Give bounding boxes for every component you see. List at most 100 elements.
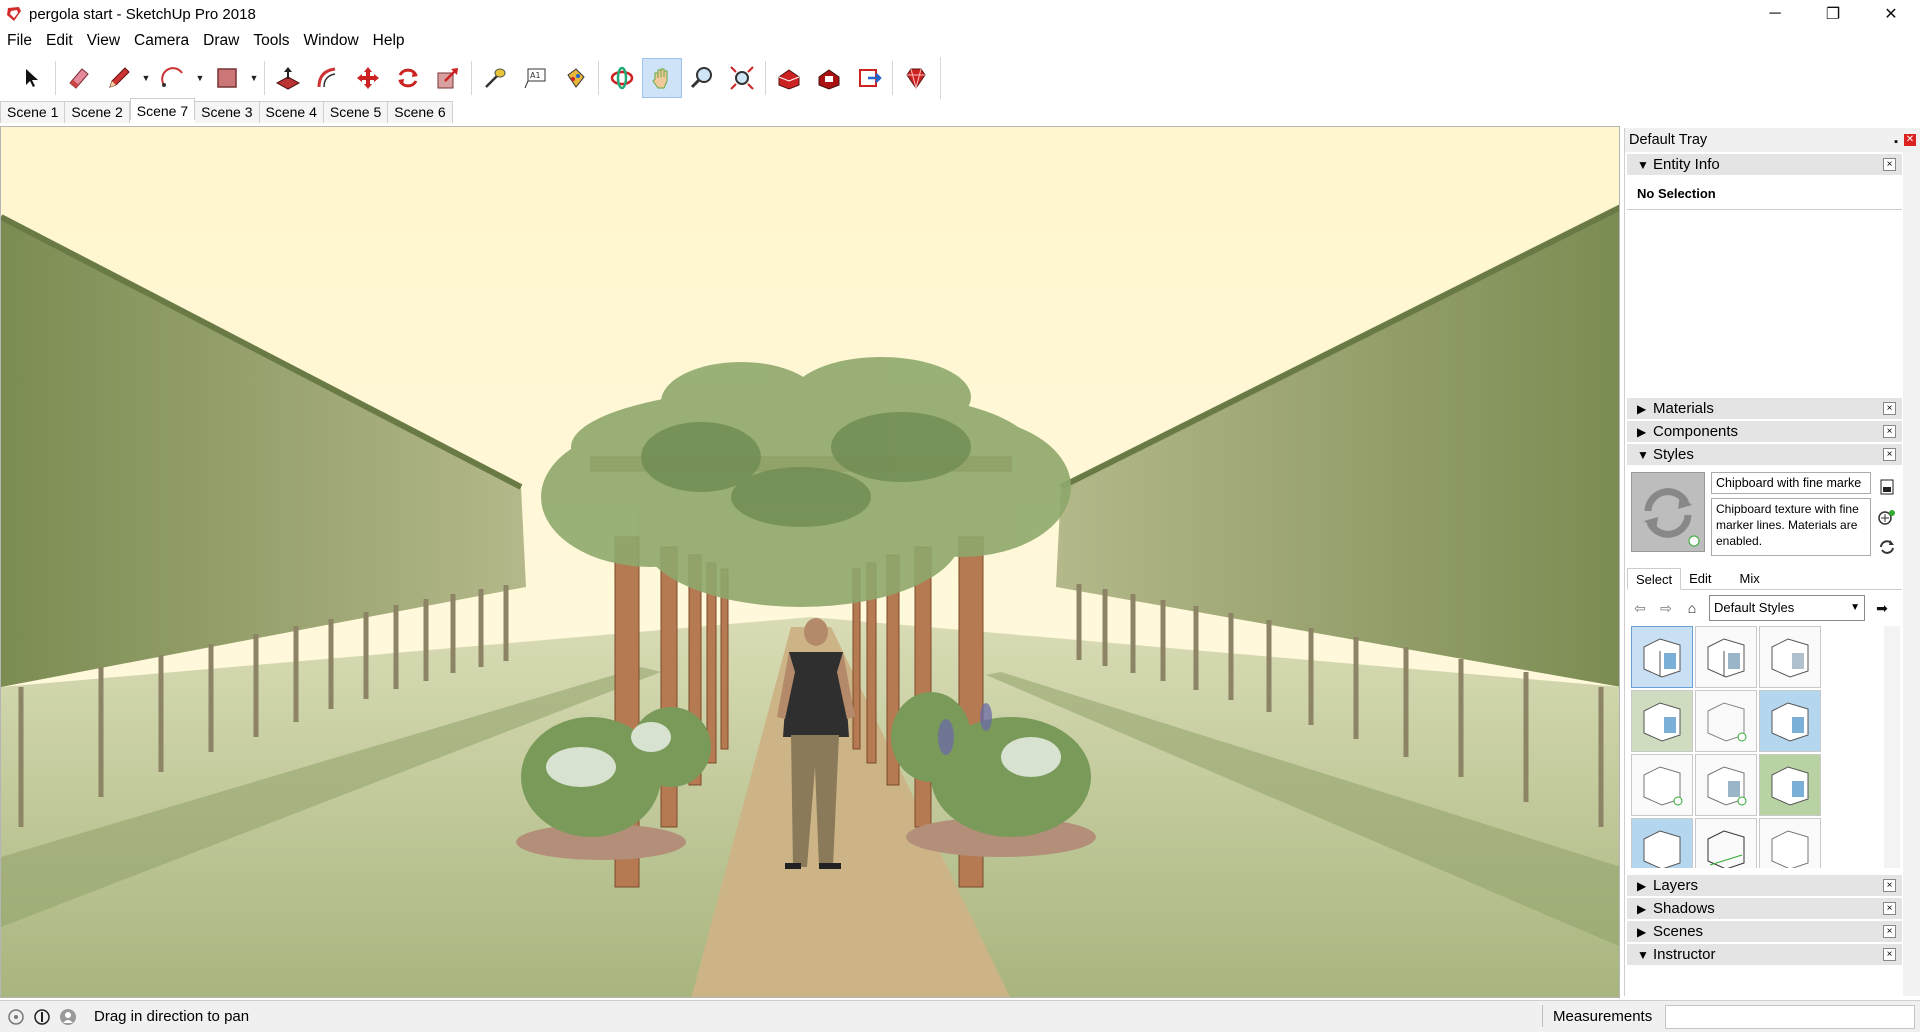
geo-location-icon[interactable]: [6, 1007, 26, 1027]
style-side-actions: [1877, 472, 1897, 562]
display-secondary-pane-icon[interactable]: [1877, 472, 1897, 502]
back-arrow-icon[interactable]: ⇦: [1631, 600, 1649, 617]
update-style-icon[interactable]: [1877, 532, 1897, 562]
scene-tab-2[interactable]: Scene 2: [65, 101, 130, 123]
style-swatch[interactable]: [1631, 626, 1693, 688]
style-grid-scrollbar[interactable]: [1884, 626, 1900, 868]
close-panel-icon[interactable]: ×: [1883, 948, 1896, 961]
arc-tool-button[interactable]: [153, 58, 193, 98]
rectangle-tool-button[interactable]: [207, 58, 247, 98]
rectangle-dropdown[interactable]: ▼: [247, 58, 261, 98]
style-swatch[interactable]: [1631, 818, 1693, 868]
style-thumbnail[interactable]: [1631, 472, 1705, 552]
close-panel-icon[interactable]: ×: [1883, 448, 1896, 461]
expand-triangle-icon: ▶: [1637, 425, 1647, 439]
menu-window[interactable]: Window: [297, 30, 366, 52]
menu-help[interactable]: Help: [366, 30, 412, 52]
ruby-console-button[interactable]: [896, 58, 936, 98]
close-window-button[interactable]: ✕: [1862, 0, 1920, 28]
styles-tab-select[interactable]: Select: [1627, 568, 1682, 590]
menu-view[interactable]: View: [80, 30, 127, 52]
credits-icon[interactable]: [32, 1007, 52, 1027]
scene-tab-3[interactable]: Scene 3: [195, 101, 260, 123]
menu-tools[interactable]: Tools: [246, 30, 296, 52]
style-swatch[interactable]: [1759, 754, 1821, 816]
panel-entity-info[interactable]: ▼ Entity Info ×: [1627, 153, 1902, 175]
collapse-triangle-icon: ▼: [1637, 448, 1649, 462]
close-panel-icon[interactable]: ×: [1883, 402, 1896, 415]
panel-components[interactable]: ▶ Components ×: [1627, 420, 1902, 442]
text-tool-button[interactable]: A1: [515, 58, 555, 98]
pin-icon[interactable]: ▪: [1894, 130, 1898, 154]
restore-button[interactable]: ❐: [1804, 0, 1862, 28]
panel-instructor[interactable]: ▼ Instructor ×: [1627, 943, 1902, 965]
entity-info-body: [1625, 210, 1920, 396]
close-panel-icon[interactable]: ×: [1883, 425, 1896, 438]
panel-scenes[interactable]: ▶ Scenes ×: [1627, 920, 1902, 942]
3d-warehouse-button[interactable]: [769, 58, 809, 98]
paint-bucket-tool-button[interactable]: [555, 58, 595, 98]
styles-tab-mix[interactable]: Mix: [1732, 568, 1768, 589]
send-to-layout-button[interactable]: [849, 58, 889, 98]
close-panel-icon[interactable]: ×: [1883, 902, 1896, 915]
style-swatch[interactable]: [1695, 818, 1757, 868]
style-swatch[interactable]: [1695, 626, 1757, 688]
selection-info: No Selection: [1627, 176, 1902, 210]
style-swatch[interactable]: [1631, 690, 1693, 752]
scene-tab-7[interactable]: Scene 7: [129, 98, 196, 120]
menu-camera[interactable]: Camera: [127, 30, 196, 52]
minimize-button[interactable]: ─: [1746, 0, 1804, 28]
model-viewport[interactable]: [0, 126, 1620, 998]
user-account-icon[interactable]: [58, 1007, 78, 1027]
arc-dropdown[interactable]: ▼: [193, 58, 207, 98]
eraser-tool-button[interactable]: [59, 58, 99, 98]
style-swatch[interactable]: [1759, 690, 1821, 752]
details-arrow-icon[interactable]: ➡: [1873, 600, 1891, 617]
home-icon[interactable]: ⌂: [1683, 600, 1701, 616]
style-swatch[interactable]: [1631, 754, 1693, 816]
close-panel-icon[interactable]: ×: [1883, 925, 1896, 938]
menu-draw[interactable]: Draw: [196, 30, 246, 52]
select-tool-button[interactable]: [12, 58, 52, 98]
close-tray-button[interactable]: ✕: [1904, 134, 1916, 146]
measurements-input[interactable]: [1665, 1005, 1915, 1029]
panel-materials[interactable]: ▶ Materials ×: [1627, 397, 1902, 419]
tape-measure-tool-button[interactable]: [475, 58, 515, 98]
scene-tab-6[interactable]: Scene 6: [388, 101, 453, 123]
scale-tool-button[interactable]: [428, 58, 468, 98]
style-library-dropdown[interactable]: Default Styles ▼: [1709, 595, 1865, 621]
pencil-tool-button[interactable]: [99, 58, 139, 98]
pencil-dropdown[interactable]: ▼: [139, 58, 153, 98]
forward-arrow-icon[interactable]: ⇨: [1657, 600, 1675, 617]
styles-tab-edit[interactable]: Edit: [1681, 568, 1719, 589]
panel-styles[interactable]: ▼ Styles ×: [1627, 443, 1902, 465]
zoom-extents-tool-button[interactable]: [722, 58, 762, 98]
close-panel-icon[interactable]: ×: [1883, 158, 1896, 171]
style-description-field[interactable]: Chipboard texture with fine marker lines…: [1711, 498, 1871, 556]
scene-tab-4[interactable]: Scene 4: [259, 101, 324, 123]
style-swatch[interactable]: [1759, 626, 1821, 688]
pan-tool-button[interactable]: [642, 58, 682, 98]
menu-edit[interactable]: Edit: [39, 30, 80, 52]
orbit-tool-button[interactable]: [602, 58, 642, 98]
push-pull-tool-button[interactable]: [268, 58, 308, 98]
panel-layers[interactable]: ▶ Layers ×: [1627, 874, 1902, 896]
style-swatch[interactable]: [1695, 690, 1757, 752]
scene-tab-1[interactable]: Scene 1: [0, 101, 66, 123]
rotate-tool-button[interactable]: [388, 58, 428, 98]
extension-warehouse-button[interactable]: [809, 58, 849, 98]
tray-scrollbar[interactable]: [1903, 152, 1920, 996]
style-swatch[interactable]: [1695, 754, 1757, 816]
offset-icon: [317, 67, 336, 88]
style-name-field[interactable]: Chipboard with fine marke: [1711, 472, 1871, 494]
style-swatch[interactable]: [1759, 818, 1821, 868]
offset-tool-button[interactable]: [308, 58, 348, 98]
move-tool-button[interactable]: [348, 58, 388, 98]
close-panel-icon[interactable]: ×: [1883, 879, 1896, 892]
create-new-style-icon[interactable]: [1877, 502, 1897, 532]
collapse-triangle-icon: ▼: [1637, 158, 1649, 172]
menu-file[interactable]: File: [0, 30, 39, 52]
panel-shadows[interactable]: ▶ Shadows ×: [1627, 897, 1902, 919]
zoom-tool-button[interactable]: [682, 58, 722, 98]
scene-tab-5[interactable]: Scene 5: [323, 101, 389, 123]
